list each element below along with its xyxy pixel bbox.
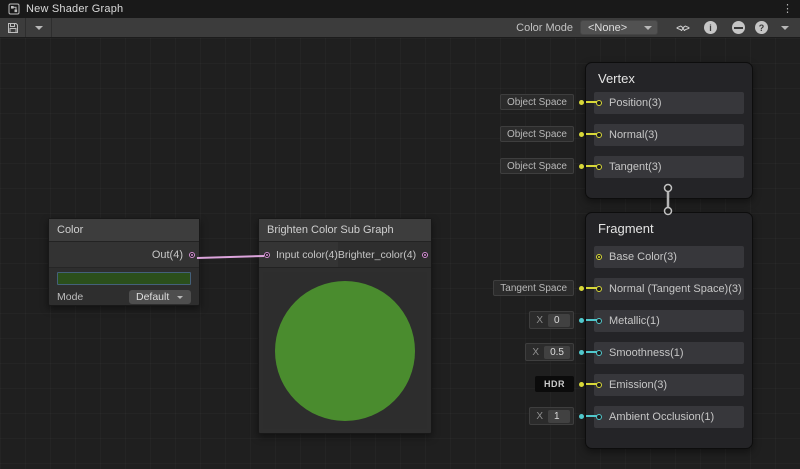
- color-out-port[interactable]: [189, 252, 195, 258]
- wire-stub: [586, 351, 597, 353]
- shader-graph-window: New Shader Graph ⋮ Color Mode <None> <x>: [0, 0, 800, 469]
- fragment-node[interactable]: Fragment Base Color(3) Normal (Tangent S…: [585, 212, 753, 449]
- fragment-slot-base-color[interactable]: Base Color(3): [594, 246, 744, 268]
- chevron-down-icon: [781, 26, 789, 30]
- vertex-node-title: Vertex: [586, 63, 752, 92]
- save-asset-button[interactable]: [0, 18, 26, 37]
- tangent-space-binding[interactable]: Object Space: [500, 157, 597, 175]
- brighter-color-port[interactable]: [422, 252, 428, 258]
- fragment-slot-smoothness[interactable]: Smoothness(1): [594, 342, 744, 364]
- fragment-slot-emission[interactable]: Emission(3): [594, 374, 744, 396]
- ambient-occlusion-value-field[interactable]: 1: [548, 410, 570, 423]
- preview-toggle-icon: [732, 21, 745, 34]
- wire-stub: [586, 319, 597, 321]
- fragment-slot-ambient-occlusion[interactable]: Ambient Occlusion(1): [594, 406, 744, 428]
- chevron-down-icon: [177, 296, 183, 299]
- ambient-occlusion-value-widget[interactable]: X 1: [529, 407, 597, 425]
- tangent-space-pill-label: Tangent Space: [500, 283, 567, 294]
- window-title: New Shader Graph: [26, 3, 123, 15]
- subgraph-preview: [263, 272, 427, 429]
- edge-color-to-subgraph[interactable]: [197, 256, 264, 258]
- code-icon: <x>: [676, 23, 689, 33]
- shader-graph-asset-icon: [8, 3, 20, 15]
- graph-inspector-button[interactable]: i: [699, 21, 722, 34]
- vertex-slot-position[interactable]: Position(3): [594, 92, 744, 114]
- object-space-pill-label: Object Space: [507, 97, 567, 108]
- color-swatch-row: [49, 268, 199, 288]
- info-icon: i: [704, 21, 717, 34]
- brighten-color-subgraph-node[interactable]: Brighten Color Sub Graph Input color(4) …: [258, 218, 432, 434]
- wire-stub: [586, 415, 597, 417]
- binding-dot: [579, 164, 584, 169]
- color-out-slot[interactable]: Out(4): [49, 242, 199, 268]
- x-component-label: X: [533, 411, 543, 422]
- wire-stub: [586, 133, 597, 135]
- code-view-button[interactable]: <x>: [671, 23, 694, 33]
- position-space-binding[interactable]: Object Space: [500, 93, 597, 111]
- help-button[interactable]: ?: [750, 21, 773, 34]
- vertex-slot-normal[interactable]: Normal(3): [594, 124, 744, 146]
- preview-sphere: [275, 281, 415, 421]
- x-component-label: X: [529, 347, 539, 358]
- chevron-down-icon: [644, 26, 652, 30]
- wire-stub: [586, 165, 597, 167]
- subgraph-ports-row: Input color(4) Brighter_color(4): [259, 242, 431, 268]
- help-icon: ?: [755, 21, 768, 34]
- subgraph-input-slot[interactable]: Input color(4): [259, 242, 338, 267]
- kebab-menu-icon[interactable]: ⋮: [782, 4, 792, 14]
- save-options-dropdown-button[interactable]: [26, 18, 52, 37]
- object-space-pill-label: Object Space: [507, 129, 567, 140]
- color-mode-dropdown[interactable]: <None>: [580, 20, 658, 35]
- binding-dot: [579, 414, 584, 419]
- smoothness-value-field[interactable]: 0.5: [544, 346, 570, 359]
- wire-stub: [586, 287, 597, 289]
- binding-dot: [579, 100, 584, 105]
- color-node-mode-dropdown[interactable]: Default: [129, 290, 191, 304]
- color-mode-value: <None>: [588, 22, 638, 34]
- binding-dot: [579, 350, 584, 355]
- emission-hdr-widget[interactable]: HDR: [535, 375, 597, 393]
- toolbar: Color Mode <None> <x> i ?: [0, 18, 800, 38]
- mode-label: Mode: [57, 291, 83, 303]
- object-space-pill-label: Object Space: [507, 161, 567, 172]
- smoothness-value-widget[interactable]: X 0.5: [525, 343, 597, 361]
- vertex-slot-tangent[interactable]: Tangent(3): [594, 156, 744, 178]
- color-mode-row: Mode Default: [49, 288, 199, 305]
- graph-canvas[interactable]: Vertex Position(3) Normal(3) Tangent(3) …: [0, 38, 800, 469]
- normal-space-pill[interactable]: Tangent Space: [493, 279, 597, 297]
- subgraph-output-slot[interactable]: Brighter_color(4): [338, 242, 432, 267]
- color-node-title: Color: [49, 219, 199, 242]
- wire-stub: [586, 383, 597, 385]
- toolbar-menu-dropdown-button[interactable]: [773, 26, 796, 30]
- x-component-label: X: [533, 315, 543, 326]
- metallic-value-field[interactable]: 0: [548, 314, 570, 327]
- subgraph-node-title: Brighten Color Sub Graph: [259, 219, 431, 242]
- binding-dot: [579, 382, 584, 387]
- base-color-input-port[interactable]: [596, 254, 602, 260]
- color-mode-label: Color Mode: [516, 22, 573, 34]
- fragment-node-title: Fragment: [586, 213, 752, 242]
- mode-value: Default: [136, 291, 169, 303]
- wire-stub: [586, 101, 597, 103]
- metallic-value-widget[interactable]: X 0: [529, 311, 597, 329]
- main-preview-button[interactable]: [727, 21, 750, 34]
- normal-space-binding[interactable]: Object Space: [500, 125, 597, 143]
- vertex-node[interactable]: Vertex Position(3) Normal(3) Tangent(3): [585, 62, 753, 199]
- toolbar-right-group: Color Mode <None> <x> i ?: [516, 18, 800, 37]
- binding-dot: [579, 132, 584, 137]
- binding-dot: [579, 286, 584, 291]
- title-bar: New Shader Graph ⋮: [0, 0, 800, 18]
- color-swatch[interactable]: [57, 272, 191, 285]
- chevron-down-icon: [35, 26, 43, 30]
- input-color-port[interactable]: [264, 252, 270, 258]
- fragment-slot-normal[interactable]: Normal (Tangent Space)(3): [594, 278, 744, 300]
- fragment-slot-metallic[interactable]: Metallic(1): [594, 310, 744, 332]
- color-node[interactable]: Color Out(4) Mode Default: [48, 218, 200, 306]
- binding-dot: [579, 318, 584, 323]
- hdr-color-field[interactable]: HDR: [535, 376, 574, 392]
